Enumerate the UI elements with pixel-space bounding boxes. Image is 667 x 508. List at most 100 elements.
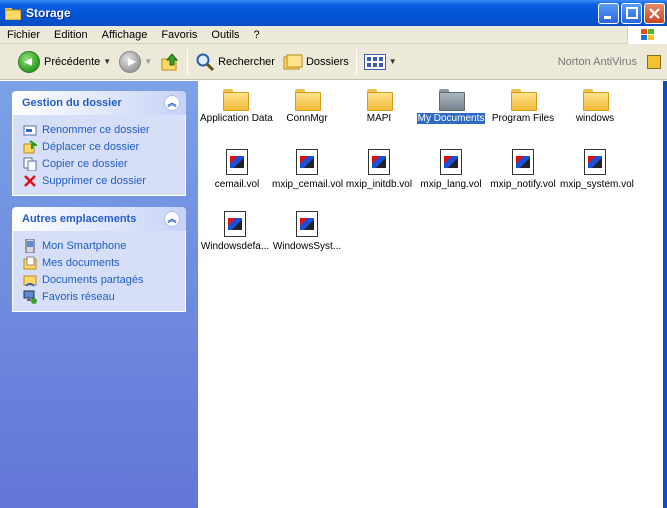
folder-tasks-title: Gestion du dossier: [22, 97, 122, 109]
vol-file-icon: [224, 211, 246, 237]
vol-file-icon: [584, 149, 606, 175]
task-link-label: Déplacer ce dossier: [42, 140, 140, 153]
move-folder-link[interactable]: Déplacer ce dossier: [23, 138, 185, 155]
file-item[interactable]: mxip_lang.vol: [415, 149, 487, 190]
chevron-down-icon[interactable]: ▼: [389, 57, 397, 66]
maximize-button[interactable]: [621, 3, 642, 24]
shared-documents-link[interactable]: Documents partagés: [23, 271, 185, 288]
my-documents-link[interactable]: Mes documents: [23, 254, 185, 271]
vol-file-icon: [368, 149, 390, 175]
folder-item[interactable]: ConnMgr: [271, 89, 343, 124]
move-icon: [23, 139, 40, 154]
other-places-panel: Autres emplacements ︽ Mon Smartphone Mes…: [12, 207, 186, 312]
item-label: WindowsSyst...: [272, 241, 342, 252]
folders-button[interactable]: Dossiers: [279, 47, 353, 77]
back-label: Précédente: [44, 55, 101, 68]
item-label: Application Data: [200, 113, 273, 124]
shared-folder-icon: [23, 273, 37, 287]
other-places-header[interactable]: Autres emplacements ︽: [12, 207, 186, 231]
item-label: mxip_system.vol: [560, 179, 634, 190]
norton-antivirus-button[interactable]: Norton AntiVirus: [558, 44, 637, 80]
title-bar: Storage: [0, 0, 667, 26]
task-link-label: Renommer ce dossier: [42, 123, 150, 136]
search-label: Rechercher: [218, 55, 275, 68]
menu-bar: Fichier Edition Affichage Favoris Outils…: [0, 26, 667, 44]
menu-edition[interactable]: Edition: [47, 29, 95, 41]
folders-icon: [283, 54, 303, 70]
menu-outils[interactable]: Outils: [204, 29, 246, 41]
copy-folder-link[interactable]: Copier ce dossier: [23, 155, 185, 172]
folder-icon: [295, 89, 321, 111]
smartphone-icon: [23, 238, 37, 253]
copy-icon: [23, 157, 37, 171]
delete-folder-link[interactable]: Supprimer ce dossier: [23, 172, 185, 189]
item-label: MAPI: [366, 113, 392, 124]
file-item[interactable]: mxip_initdb.vol: [343, 149, 415, 190]
item-label: mxip_notify.vol: [490, 179, 556, 190]
item-label: cemail.vol: [214, 179, 260, 190]
menu-favoris[interactable]: Favoris: [154, 29, 204, 41]
views-icon: [363, 53, 386, 70]
vol-file-icon: [226, 149, 248, 175]
back-button[interactable]: Précédente ▼: [14, 47, 115, 77]
collapse-icon[interactable]: ︽: [164, 211, 180, 227]
vol-file-icon: [440, 149, 462, 175]
up-folder-icon: [160, 52, 180, 72]
menu-fichier[interactable]: Fichier: [0, 29, 47, 41]
rename-folder-link[interactable]: Renommer ce dossier: [23, 121, 185, 138]
norton-label: Norton AntiVirus: [557, 56, 637, 68]
file-item[interactable]: mxip_system.vol: [559, 149, 634, 190]
vol-file-icon: [296, 211, 318, 237]
file-item[interactable]: cemail.vol: [201, 149, 273, 190]
place-link-label: Favoris réseau: [42, 290, 115, 303]
file-item[interactable]: mxip_cemail.vol: [271, 149, 343, 190]
my-documents-folder-icon: [439, 89, 465, 111]
file-item[interactable]: mxip_notify.vol: [487, 149, 559, 190]
toolbar-separator: [355, 48, 357, 75]
folder-tasks-header[interactable]: Gestion du dossier ︽: [12, 91, 186, 115]
menu-help[interactable]: ?: [247, 29, 267, 41]
window-frame-right: [663, 81, 667, 508]
folder-item[interactable]: Program Files: [487, 89, 559, 124]
item-label: My Documents: [416, 113, 486, 124]
task-link-label: Copier ce dossier: [42, 157, 128, 170]
network-places-link[interactable]: Favoris réseau: [23, 288, 185, 305]
folder-item[interactable]: Application Data: [199, 89, 273, 124]
smartphone-link[interactable]: Mon Smartphone: [23, 237, 185, 254]
file-item[interactable]: Windowsdefa...: [199, 211, 271, 252]
search-button[interactable]: Rechercher: [191, 47, 279, 77]
folder-item-selected[interactable]: My Documents: [415, 89, 487, 124]
views-button[interactable]: ▼: [360, 47, 401, 77]
chevron-down-icon[interactable]: ▼: [144, 57, 152, 66]
collapse-icon[interactable]: ︽: [164, 95, 180, 111]
search-icon: [195, 52, 215, 72]
vol-file-icon: [296, 149, 318, 175]
vol-file-icon: [512, 149, 534, 175]
file-item[interactable]: WindowsSyst...: [271, 211, 343, 252]
close-button[interactable]: [644, 3, 665, 24]
other-places-title: Autres emplacements: [22, 213, 137, 225]
folders-label: Dossiers: [305, 55, 349, 68]
back-arrow-icon: [18, 50, 40, 73]
file-list-area[interactable]: Application Data ConnMgr MAPI My Documen…: [198, 81, 667, 508]
folder-icon: [367, 89, 393, 111]
toolbar-separator: [187, 48, 189, 75]
up-folder-button[interactable]: [156, 47, 184, 77]
minimize-button[interactable]: [598, 3, 619, 24]
folder-item[interactable]: MAPI: [343, 89, 415, 124]
folder-icon: [583, 89, 609, 111]
toolbar: Précédente ▼ ▼ Rechercher Dossiers ▼ Nor…: [0, 44, 667, 80]
item-label: windows: [575, 113, 615, 124]
place-link-label: Mon Smartphone: [42, 239, 127, 252]
folder-item[interactable]: windows: [559, 89, 631, 124]
chevron-down-icon[interactable]: ▼: [103, 57, 111, 66]
item-label: Windowsdefa...: [200, 241, 270, 252]
norton-icon[interactable]: [647, 55, 661, 69]
item-label: mxip_initdb.vol: [345, 179, 413, 190]
forward-button[interactable]: ▼: [115, 47, 156, 77]
folder-icon: [511, 89, 537, 111]
item-label: Program Files: [491, 113, 555, 124]
task-pane: Gestion du dossier ︽ Renommer ce dossier…: [0, 81, 198, 508]
menu-affichage[interactable]: Affichage: [95, 29, 155, 41]
forward-arrow-icon: [119, 50, 142, 73]
